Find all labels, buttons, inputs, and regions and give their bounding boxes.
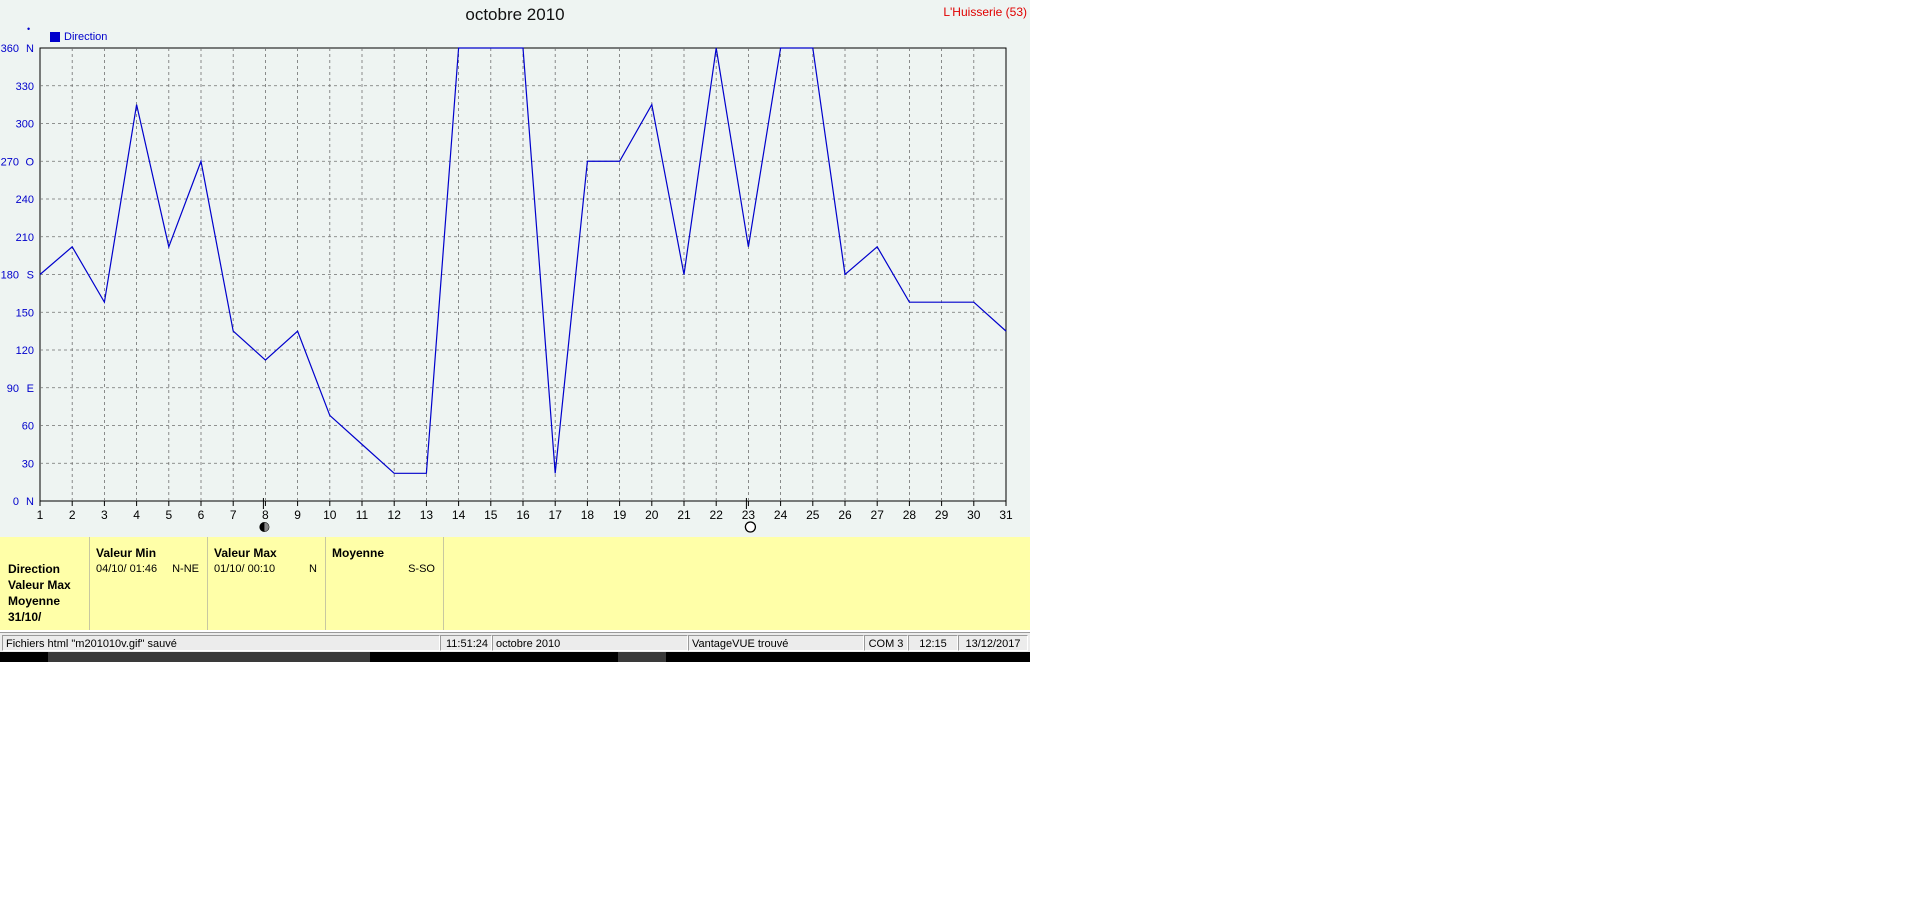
- x-tick-label: 12: [388, 508, 402, 522]
- stats-min-col: Valeur Min 04/10/ 01:46 N-NE: [90, 537, 208, 630]
- y-tick-label: 120: [16, 345, 34, 357]
- x-tick-label: 8: [262, 508, 269, 522]
- y-tick-label: 210: [16, 232, 34, 244]
- status-bar: Fichiers html "m201010v.gif" sauvé 11:51…: [0, 632, 1030, 653]
- y-tick-label: 60: [22, 421, 34, 433]
- status-month: octobre 2010: [492, 635, 688, 651]
- y-tick-label: 240: [16, 194, 34, 206]
- x-tick-label: 21: [677, 508, 691, 522]
- status-station: VantageVUE trouvé: [688, 635, 864, 651]
- avg-direction: S-SO: [408, 563, 435, 575]
- taskbar-segment[interactable]: [48, 652, 370, 662]
- row-label-direction: Direction: [8, 562, 61, 576]
- x-tick-label: 20: [645, 508, 659, 522]
- x-tick-label: 17: [549, 508, 563, 522]
- status-clock: 12:15: [908, 635, 958, 651]
- legend-swatch: [50, 32, 60, 42]
- legend: Direction: [50, 31, 107, 43]
- status-date: 13/12/2017: [958, 635, 1028, 651]
- x-tick-label: 1: [37, 508, 44, 522]
- x-tick-label: 5: [165, 508, 172, 522]
- status-port: COM 3: [864, 635, 908, 651]
- y-tick-label: 300: [16, 119, 34, 131]
- y-tick-label: 360: [1, 43, 19, 55]
- y-tick-label: 330: [16, 81, 34, 93]
- y-tick-label: 30: [22, 458, 34, 470]
- min-header: Valeur Min: [96, 546, 157, 560]
- stats-row-labels-col: Direction Valeur Max Moyenne 31/10/: [0, 537, 90, 630]
- x-tick-label: 23: [742, 508, 756, 522]
- full-moon-icon: [744, 521, 757, 533]
- direction-chart: 1 2 3 4 5 6 7 8 9 10 11 12 13 14 15 16 17 18 19 20 21 22 23 24 2…: [1, 43, 1013, 533]
- legend-marker-icon: •: [27, 24, 31, 34]
- x-tick-label: 6: [198, 508, 205, 522]
- chart-area: 1 2 3 4 5 6 7 8 9 10 11 12 13 14 15 16 17 18 19 20 21 22 23 24 2…: [0, 0, 1030, 537]
- y-tick-direction-label: N: [26, 43, 34, 55]
- status-time: 11:51:24: [440, 635, 492, 651]
- x-tick-label: 14: [452, 508, 466, 522]
- x-tick-label: 11: [356, 508, 369, 522]
- x-tick-label: 27: [871, 508, 885, 522]
- y-tick-direction-label: S: [27, 270, 34, 282]
- y-tick-label: 0: [13, 496, 19, 508]
- stats-max-col: Valeur Max 01/10/ 00:10 N: [208, 537, 326, 630]
- x-tick-label: 19: [613, 508, 627, 522]
- taskbar-strip: [0, 652, 1030, 662]
- x-tick-label: 22: [710, 508, 724, 522]
- x-tick-label: 15: [484, 508, 498, 522]
- y-tick-label: 180: [1, 270, 19, 282]
- x-tick-label: 2: [69, 508, 76, 522]
- legend-label: Direction: [64, 31, 108, 43]
- chart-title: octobre 2010: [465, 5, 565, 24]
- row-labels: Direction Valeur Max Moyenne 31/10/: [8, 561, 71, 625]
- y-tick-label: 150: [16, 307, 34, 319]
- x-tick-label: 9: [294, 508, 301, 522]
- x-tick-label: 24: [774, 508, 788, 522]
- x-tick-label: 7: [230, 508, 237, 522]
- min-date: 04/10/ 01:46: [96, 563, 158, 575]
- x-tick-label: 4: [133, 508, 140, 522]
- stats-avg-col: Moyenne S-SO: [326, 537, 444, 630]
- y-tick-direction-label: O: [25, 156, 34, 168]
- x-tick-label: 28: [903, 508, 917, 522]
- x-tick-label: 10: [323, 508, 337, 522]
- x-tick-label: 30: [967, 508, 981, 522]
- y-tick-label: 270: [1, 156, 19, 168]
- row-label-date: 31/10/: [8, 610, 42, 624]
- station-name: L'Huisserie (53): [943, 5, 1027, 19]
- x-tick-label: 31: [999, 508, 1013, 522]
- max-direction: N: [309, 563, 317, 575]
- app-window: 1 2 3 4 5 6 7 8 9 10 11 12 13 14 15 16 17 18 19 20 21 22 23 24 2…: [0, 0, 1030, 662]
- avg-header: Moyenne: [332, 546, 385, 560]
- row-label-moyenne: Moyenne: [8, 594, 61, 608]
- min-direction: N-NE: [172, 563, 199, 575]
- x-tick-label: 29: [935, 508, 949, 522]
- y-tick-label: 90: [7, 383, 19, 395]
- y-tick-direction-label: E: [27, 383, 34, 395]
- row-label-valeur-max: Valeur Max: [8, 578, 71, 592]
- y-tick-direction-label: N: [26, 496, 34, 508]
- x-tick-label: 18: [581, 508, 595, 522]
- status-file: Fichiers html "m201010v.gif" sauvé: [2, 635, 440, 651]
- x-tick-label: 25: [806, 508, 820, 522]
- stats-panel: Direction Valeur Max Moyenne 31/10/ Vale…: [0, 537, 1030, 630]
- x-tick-label: 13: [420, 508, 434, 522]
- x-tick-label: 16: [516, 508, 530, 522]
- max-date: 01/10/ 00:10: [214, 563, 276, 575]
- x-tick-label: 3: [101, 508, 108, 522]
- x-tick-label: 26: [838, 508, 852, 522]
- taskbar-segment[interactable]: [618, 652, 666, 662]
- max-header: Valeur Max: [214, 546, 277, 560]
